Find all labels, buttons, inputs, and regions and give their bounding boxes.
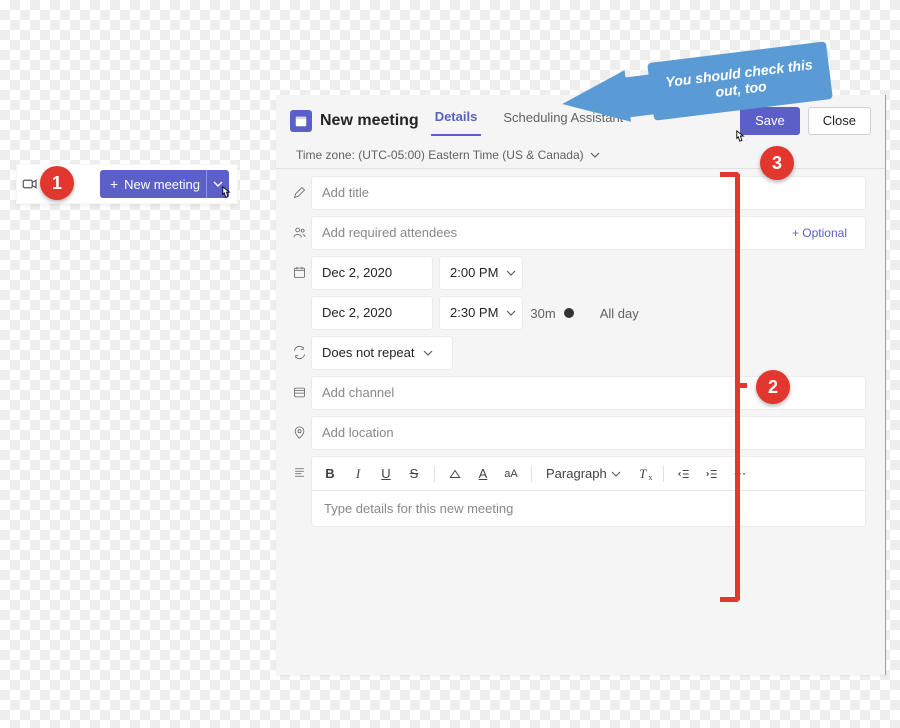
details-editor: B I U S A aA Paragraph	[312, 457, 865, 526]
people-icon	[286, 217, 312, 240]
form-area: Add title Add required attendees + Optio…	[276, 173, 885, 675]
recurrence-value: Does not repeat	[322, 345, 415, 360]
italic-button[interactable]: I	[346, 462, 370, 486]
duration-label: 30m	[530, 306, 555, 321]
strikethrough-button[interactable]: S	[402, 462, 426, 486]
annotation-step-2: 2	[756, 370, 790, 404]
new-meeting-button[interactable]: + New meeting	[100, 170, 229, 198]
paragraph-label: Paragraph	[546, 466, 607, 481]
timezone-label: Time zone: (UTC-05:00) Eastern Time (US …	[296, 148, 584, 162]
annotation-bracket	[720, 172, 740, 602]
font-size-button[interactable]: aA	[499, 462, 523, 486]
new-meeting-dropdown-toggle[interactable]	[206, 170, 223, 198]
end-date-input[interactable]: Dec 2, 2020	[312, 297, 432, 329]
paragraph-style-select[interactable]: Paragraph	[540, 462, 627, 486]
title-input[interactable]: Add title	[312, 177, 865, 209]
annotation-arrow-text: You should check this out, too	[647, 41, 833, 121]
page-title: New meeting	[320, 112, 419, 130]
details-textarea[interactable]: Type details for this new meeting	[312, 491, 865, 526]
underline-button[interactable]: U	[374, 462, 398, 486]
end-time-value: 2:30 PM	[450, 305, 498, 320]
recurrence-select[interactable]: Does not repeat	[312, 337, 452, 369]
decrease-indent-button[interactable]	[672, 462, 696, 486]
all-day-label: All day	[600, 306, 639, 321]
toolbar-separator	[531, 466, 532, 482]
repeat-icon	[286, 337, 312, 360]
meeting-panel: New meeting Details Scheduling Assistant…	[276, 95, 886, 675]
bold-button[interactable]: B	[318, 462, 342, 486]
location-input[interactable]: Add location	[312, 417, 865, 449]
calendar-date-icon	[286, 257, 312, 280]
annotation-step-3: 3	[760, 146, 794, 180]
attendees-input[interactable]: Add required attendees + Optional	[312, 217, 865, 249]
start-date-input[interactable]: Dec 2, 2020	[312, 257, 432, 289]
description-icon	[286, 457, 312, 480]
chevron-down-icon	[611, 469, 621, 479]
location-icon	[286, 417, 312, 440]
channel-icon	[286, 377, 312, 400]
highlight-button[interactable]	[443, 462, 467, 486]
chevron-down-icon	[423, 348, 433, 358]
video-camera-icon	[21, 175, 39, 193]
pencil-icon	[286, 177, 312, 200]
start-time-select[interactable]: 2:00 PM	[440, 257, 522, 289]
plus-icon: +	[110, 177, 118, 191]
tab-details[interactable]: Details	[431, 105, 482, 136]
chevron-down-icon	[590, 150, 600, 160]
clear-formatting-button[interactable]: Tx	[631, 462, 655, 486]
toolbar-separator	[663, 466, 664, 482]
annotation-arrow: You should check this out, too	[530, 52, 830, 114]
attendees-placeholder: Add required attendees	[322, 225, 457, 240]
chevron-down-icon	[506, 268, 516, 278]
chevron-down-icon	[213, 179, 223, 189]
font-color-button[interactable]: A	[471, 462, 495, 486]
all-day-toggle-dot[interactable]	[564, 308, 574, 318]
new-meeting-button-label: New meeting	[124, 177, 200, 192]
optional-attendees-link[interactable]: + Optional	[792, 226, 855, 240]
toolbar-separator	[434, 466, 435, 482]
calendar-icon	[290, 110, 312, 132]
end-time-select[interactable]: 2:30 PM	[440, 297, 522, 329]
editor-toolbar: B I U S A aA Paragraph	[312, 457, 865, 491]
chevron-down-icon	[506, 308, 516, 318]
annotation-step-1: 1	[40, 166, 74, 200]
start-time-value: 2:00 PM	[450, 265, 498, 280]
